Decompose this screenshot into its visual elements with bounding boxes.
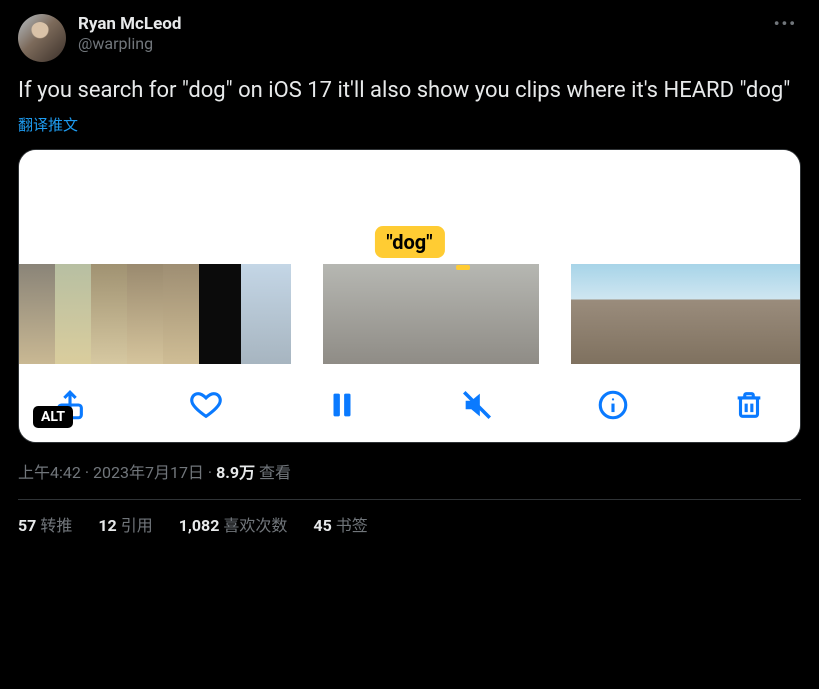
thumb[interactable] — [709, 264, 755, 364]
media-top-area: "dog" — [19, 150, 800, 264]
thumb[interactable] — [19, 264, 55, 364]
heart-icon[interactable] — [189, 388, 223, 422]
retweets-stat[interactable]: 57转推 — [18, 512, 72, 536]
bookmarks-stat[interactable]: 45书签 — [313, 512, 367, 536]
thumb[interactable] — [91, 264, 127, 364]
thumb[interactable] — [571, 264, 617, 364]
mute-icon[interactable] — [460, 388, 494, 422]
thumb[interactable] — [431, 264, 485, 364]
tweet-date[interactable]: 2023年7月17日 — [93, 463, 204, 482]
thumb[interactable] — [663, 264, 709, 364]
quotes-stat[interactable]: 12引用 — [98, 512, 152, 536]
thumb[interactable] — [617, 264, 663, 364]
alt-badge[interactable]: ALT — [33, 406, 73, 428]
thumb[interactable] — [485, 264, 539, 364]
likes-stat[interactable]: 1,082喜欢次数 — [179, 512, 288, 536]
tweet-stats: 57转推 12引用 1,082喜欢次数 45书签 — [18, 512, 801, 536]
tweet-container: Ryan McLeod @warpling ••• If you search … — [0, 0, 819, 546]
author-name: Ryan McLeod — [78, 14, 181, 34]
tweet-text: If you search for "dog" on iOS 17 it'll … — [18, 76, 801, 106]
divider — [18, 499, 801, 500]
media-card[interactable]: "dog" — [18, 149, 801, 443]
trash-icon[interactable] — [732, 388, 766, 422]
tweet-time[interactable]: 上午4:42 — [18, 463, 81, 482]
media-toolbar — [19, 364, 800, 442]
author-block[interactable]: Ryan McLeod @warpling — [78, 14, 181, 53]
thumb[interactable] — [199, 264, 241, 364]
author-handle: @warpling — [78, 34, 181, 53]
thumb[interactable] — [163, 264, 199, 364]
clip-group-2[interactable] — [319, 264, 543, 364]
views-count: 8.9万 — [216, 463, 255, 482]
more-menu-button[interactable]: ••• — [770, 14, 801, 33]
clip-group-1[interactable] — [19, 264, 291, 364]
thumb[interactable] — [377, 264, 431, 364]
tweet-header: Ryan McLeod @warpling ••• — [18, 14, 801, 62]
translate-link[interactable]: 翻译推文 — [18, 114, 801, 135]
caption-pill: "dog" — [374, 226, 444, 258]
thumb[interactable] — [127, 264, 163, 364]
thumb[interactable] — [55, 264, 91, 364]
clip-group-3[interactable] — [571, 264, 801, 364]
thumb[interactable] — [323, 264, 377, 364]
pause-icon[interactable] — [325, 388, 359, 422]
avatar[interactable] — [18, 14, 66, 62]
info-icon[interactable] — [596, 388, 630, 422]
thumb[interactable] — [755, 264, 801, 364]
thumb[interactable] — [241, 264, 291, 364]
tweet-meta: 上午4:42 · 2023年7月17日 · 8.9万 查看 — [18, 459, 801, 483]
views-label: 查看 — [255, 463, 291, 482]
timeline-strip[interactable] — [19, 264, 800, 364]
caption-marker — [456, 265, 470, 270]
